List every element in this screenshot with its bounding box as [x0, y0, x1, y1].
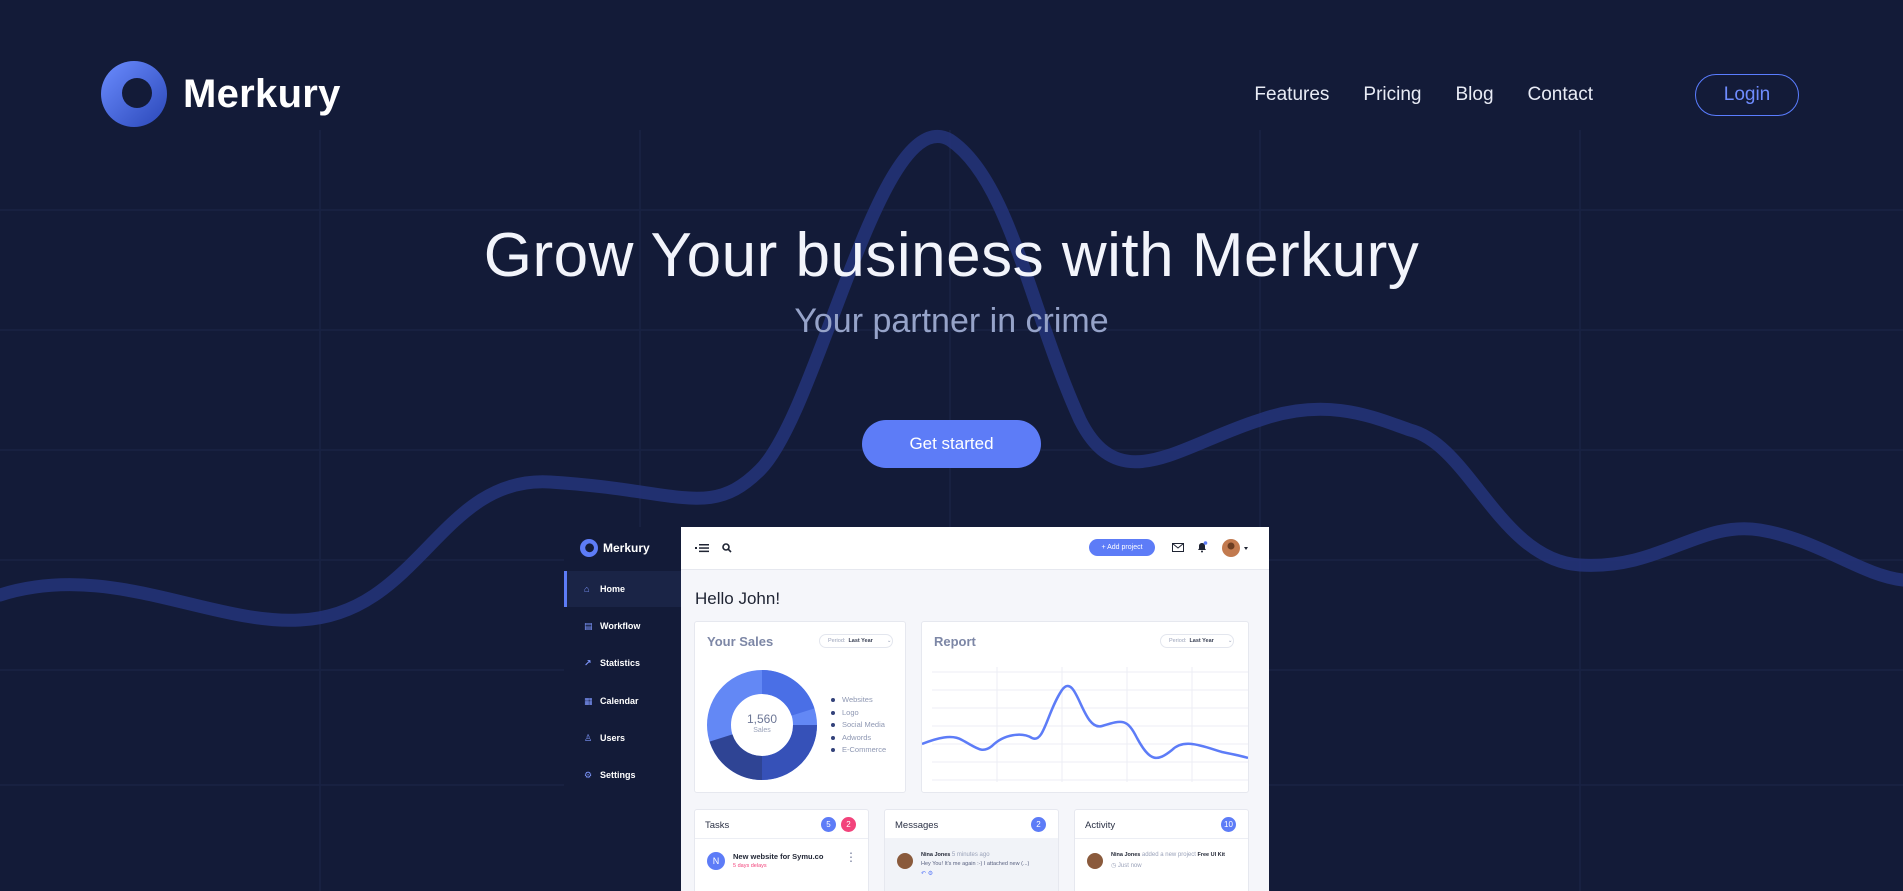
- sidebar-item-settings[interactable]: ⚙ Settings: [564, 757, 681, 793]
- search-icon[interactable]: [722, 543, 732, 553]
- sidebar-item-home[interactable]: ⌂ Home: [564, 571, 681, 607]
- task-avatar: N: [707, 852, 725, 870]
- reply-icon[interactable]: ↶ ⚙: [921, 870, 933, 877]
- sales-total: 1,560: [746, 712, 778, 726]
- tasks-badge: 5: [821, 817, 836, 832]
- report-card: Report Period: Last Year ⌄: [921, 621, 1249, 793]
- chevron-down-icon: ⌄: [1227, 638, 1233, 644]
- sidebar-item-label: Workflow: [600, 621, 641, 631]
- tasks-alert-badge: 2: [841, 817, 856, 832]
- avatar: [1087, 853, 1103, 869]
- sales-period-select[interactable]: Period: Last Year ⌄: [819, 634, 893, 648]
- more-options-icon[interactable]: ⋮: [845, 850, 857, 864]
- legend-item: Social Media: [831, 720, 885, 729]
- avatar[interactable]: [1221, 538, 1249, 558]
- sidebar-item-label: Calendar: [600, 696, 639, 706]
- main-nav: Features Pricing Blog Contact: [1254, 84, 1593, 106]
- menu-icon[interactable]: [695, 543, 709, 553]
- workflow-icon: ▤: [584, 621, 593, 631]
- sidebar-item-label: Users: [600, 733, 626, 743]
- nav-contact-link[interactable]: Contact: [1528, 84, 1593, 106]
- dashboard-topbar: + Add project: [681, 527, 1269, 570]
- activity-action: added a new project: [1141, 852, 1196, 858]
- sidebar-item-label: Home: [600, 584, 626, 594]
- calendar-icon: ▦: [584, 696, 593, 706]
- get-started-button[interactable]: Get started: [862, 420, 1041, 468]
- message-text: Hey You! It's me again :-) I attached ne…: [921, 861, 1030, 867]
- legend-item: Logo: [831, 708, 859, 717]
- dashboard-logo: Merkury: [580, 539, 650, 557]
- message-time: 5 minutes ago: [951, 852, 990, 858]
- activity-user: Nina Jones: [1111, 852, 1141, 858]
- period-label: Period:: [1169, 638, 1187, 644]
- brand-name: Merkury: [183, 71, 341, 116]
- hero-subtitle: Your partner in crime: [794, 302, 1109, 340]
- login-button[interactable]: Login: [1695, 74, 1799, 116]
- period-value: Last Year: [848, 638, 873, 644]
- activity-badge: 10: [1221, 817, 1236, 832]
- messages-card: Messages 2 Nina Jones 5 minutes ago Hey …: [884, 809, 1059, 891]
- activity-project[interactable]: Free UI Kit: [1197, 852, 1225, 858]
- activity-time: ◷ Just now: [1111, 863, 1142, 869]
- legend-item: E-Commerce: [831, 745, 886, 754]
- task-title[interactable]: New website for Symu.co: [733, 852, 823, 861]
- dashboard-brand-name: Merkury: [603, 541, 650, 555]
- sales-total-label: Sales: [753, 727, 771, 734]
- mail-icon[interactable]: [1172, 543, 1184, 552]
- nav-pricing-link[interactable]: Pricing: [1363, 84, 1421, 106]
- period-label: Period:: [828, 638, 846, 644]
- sales-card: Your Sales Period: Last Year ⌄ 1,560 Sal…: [694, 621, 906, 793]
- message-sender: Nina Jones: [921, 852, 951, 858]
- logo-ring-icon: [101, 61, 167, 127]
- report-period-select[interactable]: Period: Last Year ⌄: [1160, 634, 1234, 648]
- brand-logo[interactable]: Merkury: [101, 61, 341, 127]
- sidebar-item-statistics[interactable]: ↗ Statistics: [564, 645, 681, 681]
- messages-title: Messages: [895, 820, 939, 831]
- dashboard-sidebar: Merkury ⌂ Home ▤ Workflow ↗ Statistics ▦…: [564, 527, 681, 891]
- add-project-button[interactable]: + Add project: [1089, 539, 1155, 556]
- report-card-title: Report: [934, 634, 976, 649]
- avatar: [897, 853, 913, 869]
- dashboard-main: + Add project Hello John! Your Sales Per…: [681, 527, 1269, 891]
- sidebar-item-workflow[interactable]: ▤ Workflow: [564, 608, 681, 644]
- report-line-chart: [922, 667, 1248, 782]
- legend-item: Adwords: [831, 733, 871, 742]
- user-icon: ♙: [584, 733, 593, 743]
- sidebar-item-label: Statistics: [600, 658, 641, 668]
- nav-blog-link[interactable]: Blog: [1455, 84, 1493, 106]
- task-time: 5 days delays: [733, 863, 767, 869]
- tasks-card: Tasks 5 2 N New website for Symu.co 5 da…: [694, 809, 869, 891]
- statistics-icon: ↗: [584, 658, 592, 668]
- dashboard-preview: Merkury ⌂ Home ▤ Workflow ↗ Statistics ▦…: [564, 527, 1269, 891]
- period-value: Last Year: [1189, 638, 1214, 644]
- activity-title: Activity: [1085, 820, 1116, 831]
- chevron-down-icon: ⌄: [886, 638, 892, 644]
- home-icon: ⌂: [584, 584, 590, 594]
- gear-icon: ⚙: [584, 770, 593, 780]
- sidebar-item-users[interactable]: ♙ Users: [564, 720, 681, 756]
- hero-title: Grow Your business with Merkury: [483, 221, 1420, 290]
- nav-features-link[interactable]: Features: [1254, 84, 1329, 106]
- sales-card-title: Your Sales: [707, 634, 774, 649]
- greeting: Hello John!: [695, 589, 781, 608]
- bell-icon[interactable]: [1196, 541, 1208, 553]
- sidebar-item-label: Settings: [600, 770, 636, 780]
- tasks-title: Tasks: [705, 820, 730, 831]
- logo-ring-icon: [580, 539, 598, 557]
- legend-item: Websites: [831, 695, 873, 704]
- activity-card: Activity 10 Nina Jones added a new proje…: [1074, 809, 1249, 891]
- sidebar-item-calendar[interactable]: ▦ Calendar: [564, 683, 681, 719]
- messages-badge: 2: [1031, 817, 1046, 832]
- clock-icon: ◷: [1111, 863, 1117, 869]
